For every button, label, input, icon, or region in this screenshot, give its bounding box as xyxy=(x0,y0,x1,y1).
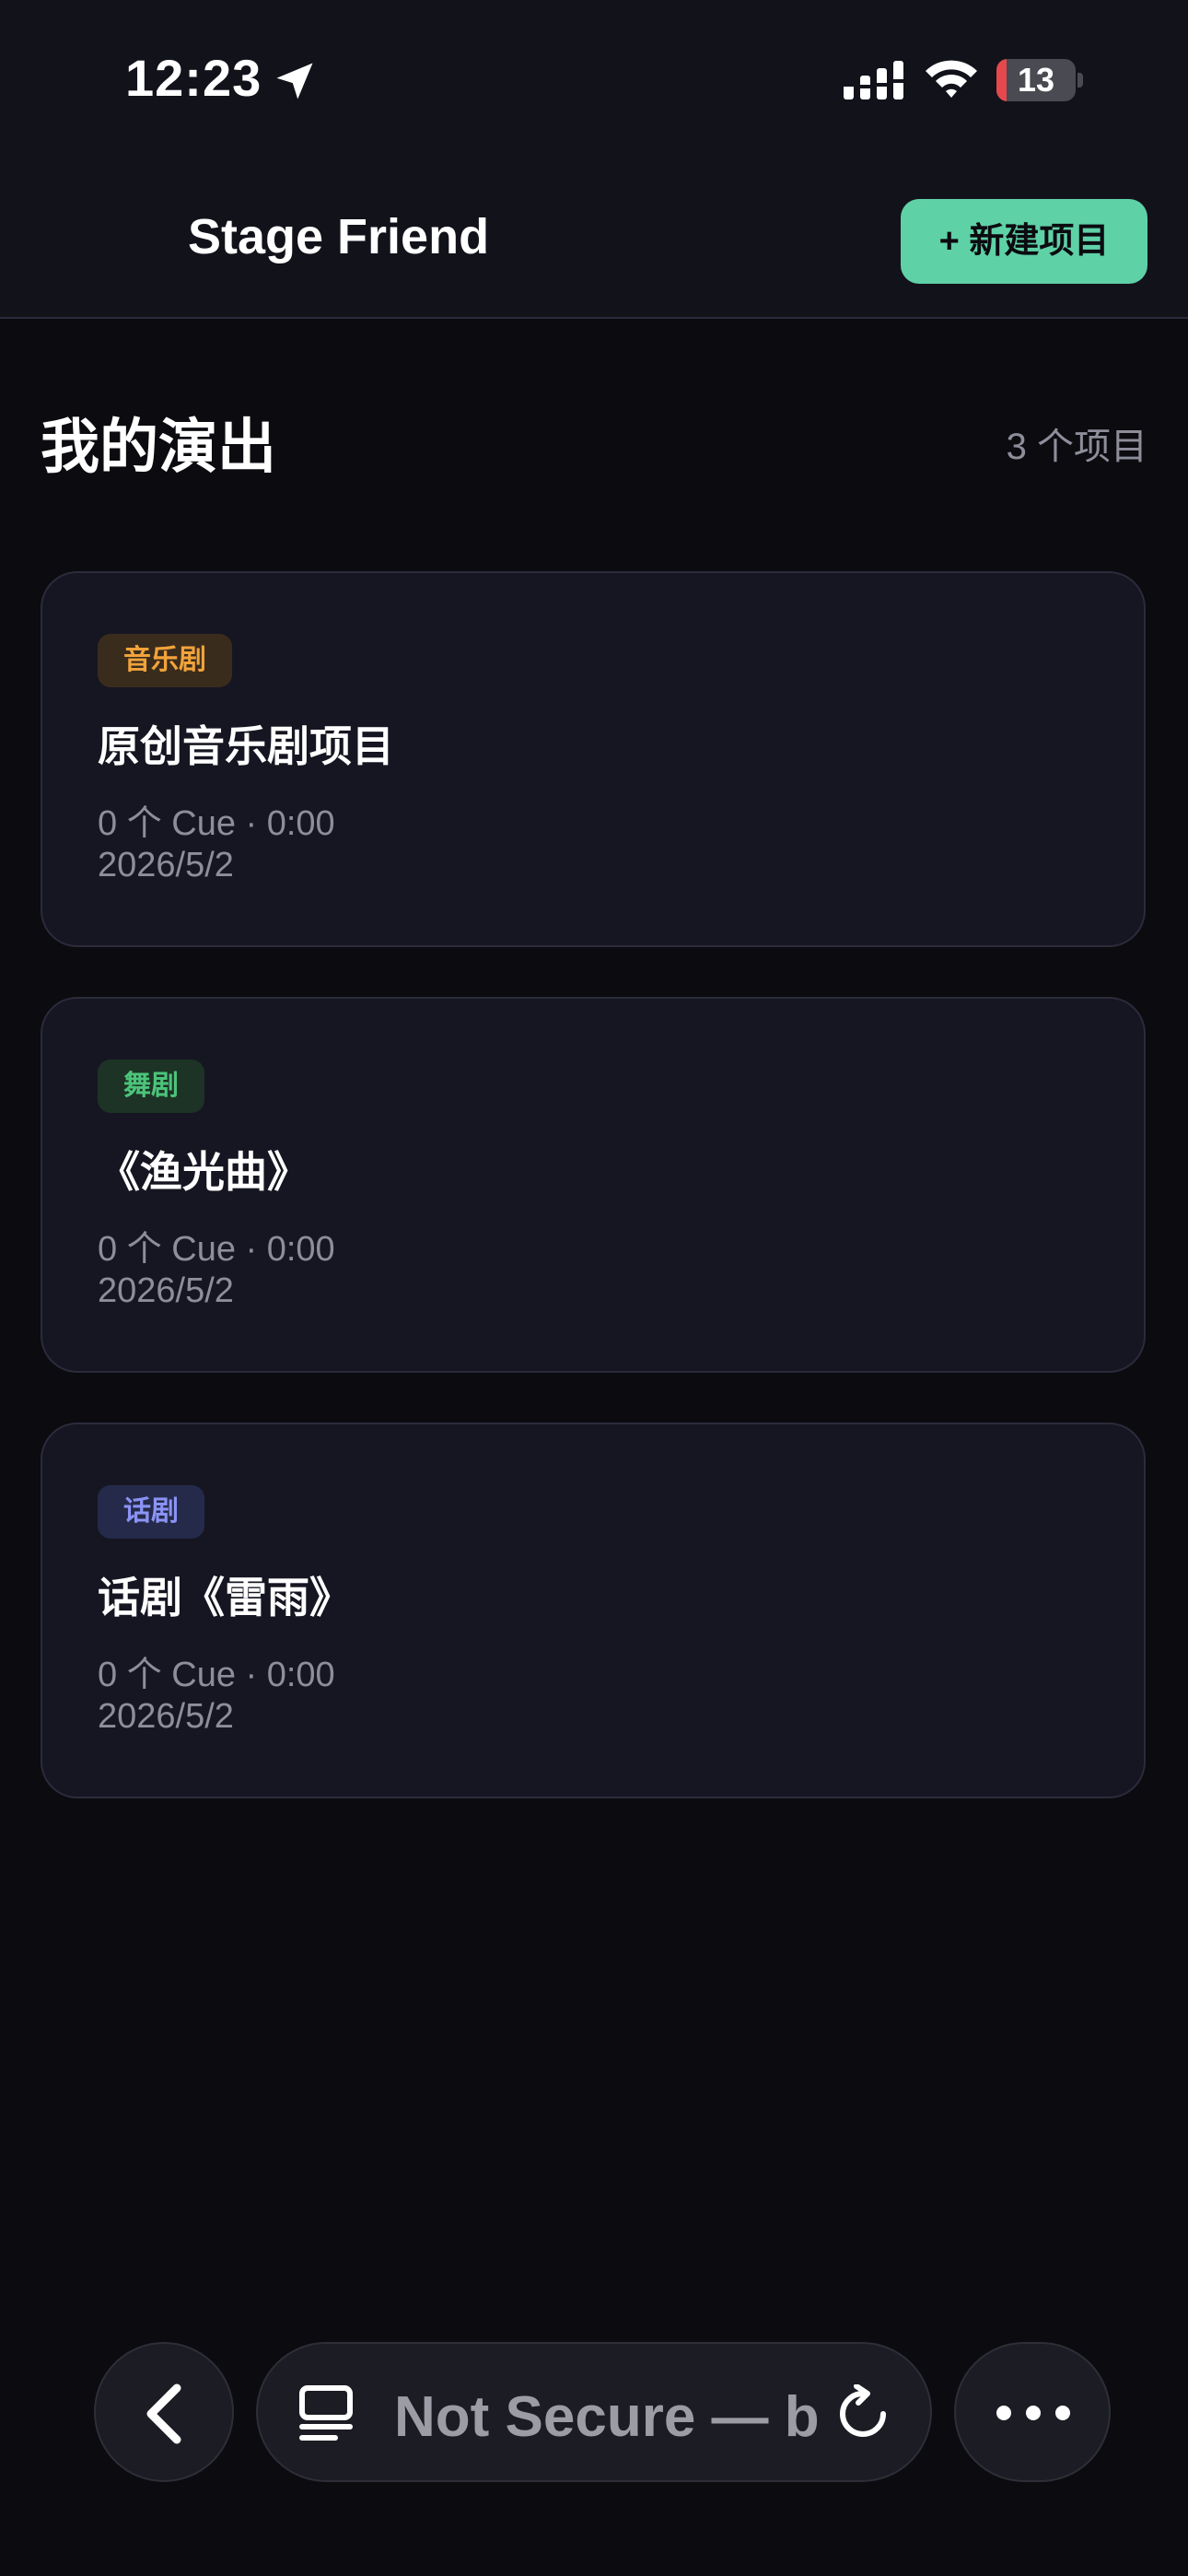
battery-level: 13 xyxy=(1017,61,1055,99)
project-cue-summary: 0 个 Cue · 0:00 xyxy=(98,1656,335,1694)
more-button[interactable] xyxy=(954,2342,1111,2482)
battery-tip xyxy=(1077,73,1083,88)
project-title: 《渔光曲》 xyxy=(98,1148,309,1196)
project-date: 2026/5/2 xyxy=(98,846,234,884)
battery-body: 13 xyxy=(996,59,1076,101)
project-card[interactable]: 音乐剧 原创音乐剧项目 0 个 Cue · 0:00 2026/5/2 xyxy=(41,571,1146,947)
address-bar[interactable]: Not Secure — b xyxy=(256,2342,932,2482)
project-count: 3 个项目 xyxy=(1006,427,1147,467)
project-date: 2026/5/2 xyxy=(98,1697,234,1736)
address-text: Not Secure — b xyxy=(394,2385,820,2449)
wifi-icon xyxy=(926,60,977,98)
project-card[interactable]: 舞剧 《渔光曲》 0 个 Cue · 0:00 2026/5/2 xyxy=(41,997,1146,1373)
battery-icon: 13 xyxy=(996,59,1083,101)
status-time: 12:23 xyxy=(125,49,262,107)
genre-tag: 话剧 xyxy=(98,1485,204,1539)
location-arrow-icon xyxy=(276,63,313,100)
back-button[interactable] xyxy=(94,2342,234,2482)
cellular-signal-icon xyxy=(844,61,903,100)
project-date: 2026/5/2 xyxy=(98,1271,234,1310)
status-bar: 12:23 13 xyxy=(0,0,1188,158)
genre-tag: 音乐剧 xyxy=(98,634,232,687)
more-dots-icon xyxy=(996,2406,1070,2420)
project-title: 话剧《雷雨》 xyxy=(98,1574,352,1622)
project-cue-summary: 0 个 Cue · 0:00 xyxy=(98,1230,335,1269)
chevron-left-icon xyxy=(146,2383,181,2444)
genre-tag: 舞剧 xyxy=(98,1060,204,1113)
project-cue-summary: 0 个 Cue · 0:00 xyxy=(98,804,335,843)
page-title: 我的演出 xyxy=(41,414,276,480)
app-title: Stage Friend xyxy=(188,209,490,264)
reader-mode-icon[interactable] xyxy=(297,2384,355,2443)
new-project-button[interactable]: + 新建项目 xyxy=(901,199,1147,284)
app-header: Stage Friend + 新建项目 xyxy=(0,158,1188,319)
reload-icon[interactable] xyxy=(834,2384,891,2443)
project-card[interactable]: 话剧 话剧《雷雨》 0 个 Cue · 0:00 2026/5/2 xyxy=(41,1423,1146,1798)
project-title: 原创音乐剧项目 xyxy=(98,722,394,770)
